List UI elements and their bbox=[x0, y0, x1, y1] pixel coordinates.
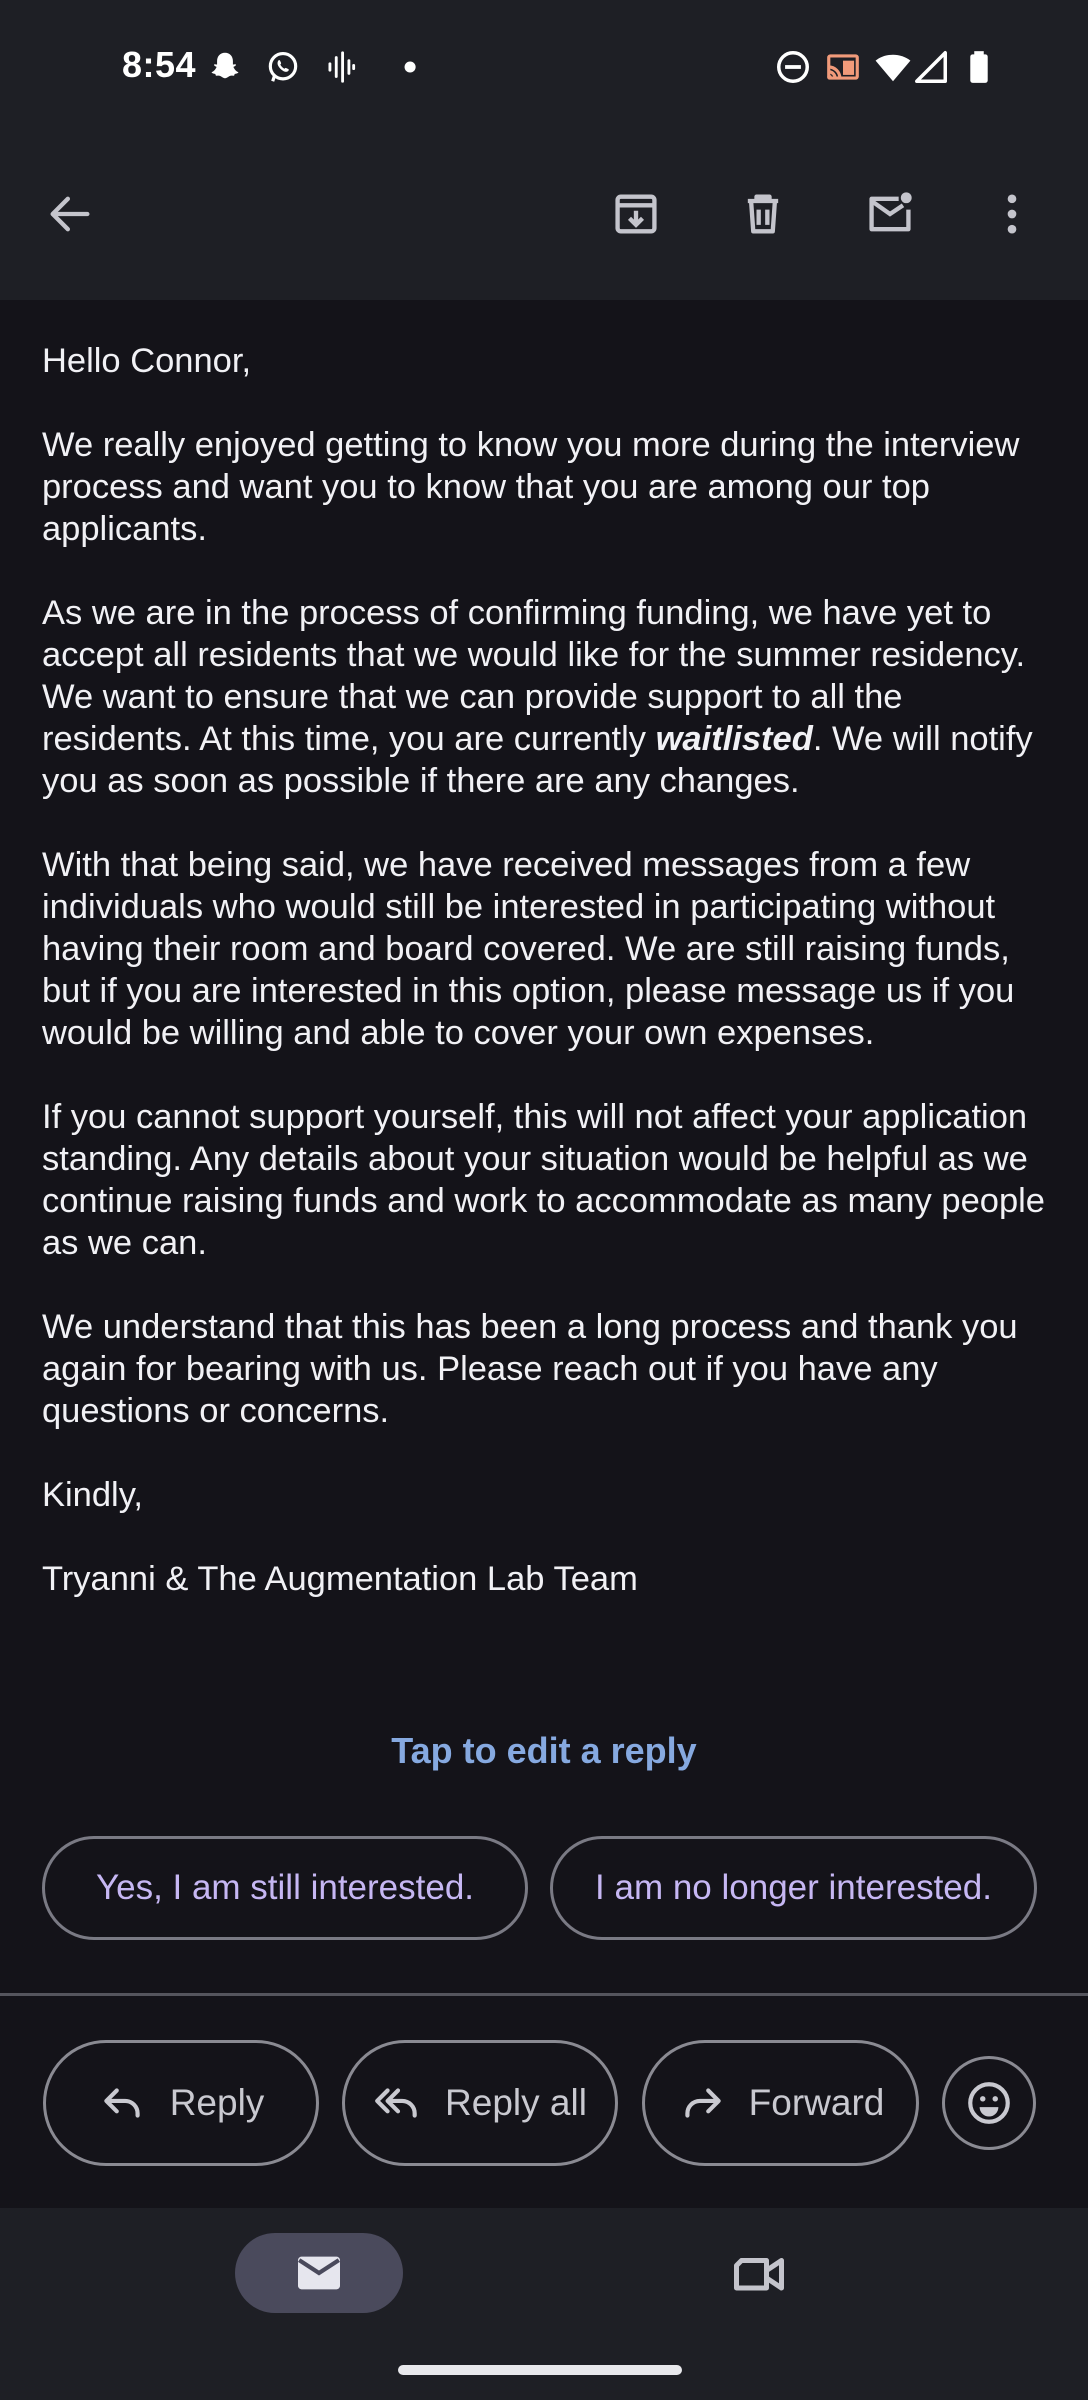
nav-meet-tab[interactable] bbox=[727, 2245, 791, 2301]
reply-all-label: Reply all bbox=[445, 2082, 587, 2123]
tap-to-edit-reply-link[interactable]: Tap to edit a reply bbox=[0, 1730, 1088, 1772]
status-time: 8:54 bbox=[122, 44, 197, 85]
reply-all-icon bbox=[375, 2088, 417, 2118]
snapchat-icon bbox=[206, 48, 244, 86]
email-paragraph: As we are in the process of confirming f… bbox=[42, 592, 1052, 802]
mark-unread-icon[interactable] bbox=[854, 178, 926, 250]
reply-all-button[interactable]: Reply all bbox=[342, 2040, 618, 2166]
email-closing: Kindly, bbox=[42, 1476, 143, 1514]
smart-reply-no[interactable]: I am no longer interested. bbox=[550, 1836, 1037, 1940]
reply-button[interactable]: Reply bbox=[43, 2040, 319, 2166]
do-not-disturb-icon bbox=[774, 48, 812, 86]
reply-label: Reply bbox=[169, 2082, 265, 2123]
back-arrow-icon[interactable] bbox=[34, 178, 106, 250]
archive-icon[interactable] bbox=[600, 178, 672, 250]
nav-mail-tab[interactable] bbox=[235, 2233, 403, 2313]
emoji-react-button[interactable] bbox=[942, 2056, 1036, 2150]
email-body: Hello Connor, We really enjoyed getting … bbox=[42, 340, 1052, 1600]
mail-icon bbox=[298, 2256, 340, 2290]
home-indicator[interactable] bbox=[398, 2365, 682, 2375]
cast-icon bbox=[824, 48, 862, 86]
wifi-icon bbox=[874, 48, 912, 86]
signal-icon bbox=[912, 48, 950, 86]
more-vert-icon[interactable] bbox=[976, 178, 1048, 250]
reply-icon bbox=[103, 2088, 140, 2118]
meet-video-icon bbox=[734, 2258, 784, 2291]
delete-icon[interactable] bbox=[727, 178, 799, 250]
email-screen: 8:54 Hello Connor, We really enjoyed get… bbox=[0, 0, 1088, 2400]
dot-icon bbox=[380, 48, 418, 86]
email-paragraph: With that being said, we have received m… bbox=[42, 846, 1015, 1052]
email-paragraph: We really enjoyed getting to know you mo… bbox=[42, 426, 1020, 548]
email-signature: Tryanni & The Augmentation Lab Team bbox=[42, 1560, 638, 1598]
forward-label: Forward bbox=[748, 2082, 885, 2123]
divider bbox=[0, 1993, 1088, 1996]
sound-wave-icon bbox=[322, 48, 360, 86]
emoji-react-icon bbox=[968, 2082, 1010, 2124]
forward-button[interactable]: Forward bbox=[642, 2040, 919, 2166]
forward-icon bbox=[684, 2088, 721, 2118]
email-paragraph: If you cannot support yourself, this wil… bbox=[42, 1098, 1045, 1262]
whatsapp-icon bbox=[264, 48, 302, 86]
battery-icon bbox=[960, 48, 998, 86]
waitlisted-emphasis: waitlisted bbox=[655, 720, 813, 758]
email-greeting: Hello Connor, bbox=[42, 342, 252, 380]
email-paragraph: We understand that this has been a long … bbox=[42, 1308, 1018, 1430]
smart-reply-yes[interactable]: Yes, I am still interested. bbox=[42, 1836, 528, 1940]
